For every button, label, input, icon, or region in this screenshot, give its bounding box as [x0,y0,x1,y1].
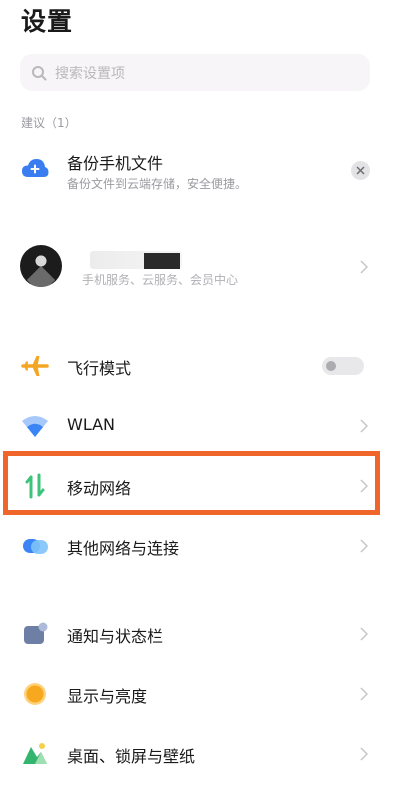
notification-icon [24,622,48,644]
chevron-right-icon [360,747,368,761]
wifi-icon [22,416,48,437]
suggestion-subtitle: 备份文件到云端存储，安全便捷。 [67,177,248,191]
chevron-right-icon [360,479,368,493]
chevron-right-icon [360,419,368,433]
row-display-brightness[interactable]: 显示与亮度 [0,666,400,722]
brightness-icon [24,683,46,705]
row-other-networks[interactable]: 其他网络与连接 [0,518,400,574]
page-title: 设置 [21,7,74,36]
search-bar[interactable]: 搜索设置项 [20,54,370,91]
row-wlan[interactable]: WLAN [0,398,400,454]
airplane-icon [21,356,49,376]
account-subtitle: 手机服务、云服务、会员中心 [82,273,239,287]
row-airplane-mode[interactable]: 飞行模式 [0,338,400,394]
dismiss-suggestion-button[interactable] [351,161,370,180]
row-label: 显示与亮度 [67,687,148,706]
row-mobile-network[interactable]: 移动网络 [0,458,400,514]
chevron-right-icon [360,539,368,553]
chevron-right-icon [360,260,368,274]
row-label: 飞行模式 [67,359,132,378]
airplane-mode-toggle[interactable] [322,357,364,375]
suggestions-label: 建议（1） [21,116,77,130]
row-label: 通知与状态栏 [67,627,164,646]
row-label: 移动网络 [67,479,132,498]
mobile-data-icon [25,473,45,499]
suggestion-card-backup[interactable]: 备份手机文件 备份文件到云端存储，安全便捷。 [0,142,400,202]
link-icon [23,539,48,554]
avatar [20,245,62,287]
search-icon [32,65,47,80]
close-icon [356,166,365,175]
row-label: 其他网络与连接 [67,539,180,558]
wallpaper-icon [23,743,47,764]
search-input[interactable]: 搜索设置项 [55,63,125,83]
account-row[interactable]: 手机服务、云服务、会员中心 [0,238,400,304]
row-notifications[interactable]: 通知与状态栏 [0,606,400,662]
row-label: 桌面、锁屏与壁纸 [67,747,196,766]
cloud-icon [22,159,49,177]
toggle-knob [326,361,336,371]
account-name-mark [144,253,180,269]
chevron-right-icon [360,687,368,701]
suggestion-title: 备份手机文件 [67,154,164,173]
row-label: WLAN [67,415,116,434]
row-wallpaper[interactable]: 桌面、锁屏与壁纸 [0,726,400,782]
chevron-right-icon [360,627,368,641]
